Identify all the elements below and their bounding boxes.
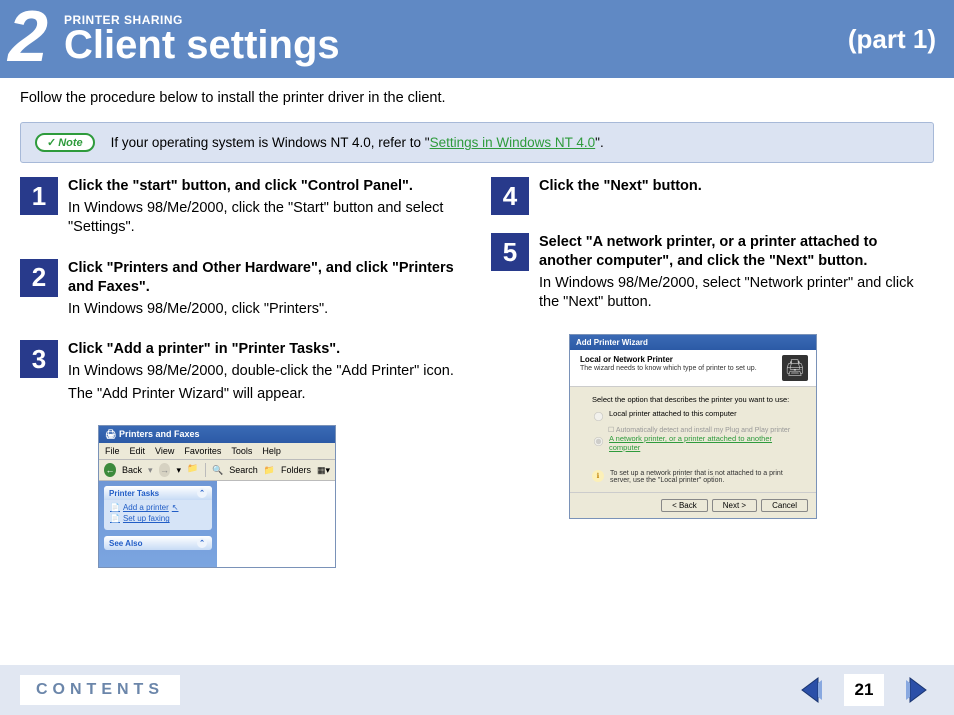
- forward-icon: →: [159, 463, 171, 477]
- screenshot-printers-faxes: Printers and Faxes FileEditViewFavorites…: [98, 425, 336, 568]
- cursor-icon: ↖: [172, 503, 179, 512]
- views-icon: ▦▾: [317, 465, 330, 476]
- step-desc: In Windows 98/Me/2000, double-click the …: [68, 362, 463, 382]
- step-number: 5: [491, 233, 529, 271]
- toolbar: ← Back ▾ → ▾ 📁 🔍Search 📁Folders ▦▾: [99, 460, 335, 481]
- option-local: Local printer attached to this computer: [592, 409, 802, 423]
- next-button: Next >: [712, 499, 757, 512]
- step-5: 5 Select "A network printer, or a printe…: [491, 233, 934, 316]
- step-number: 1: [20, 177, 58, 215]
- search-icon: 🔍: [212, 465, 223, 476]
- page-header: 2 PRINTER SHARING Client settings (part …: [0, 0, 954, 78]
- intro-text: Follow the procedure below to install th…: [0, 78, 954, 116]
- part-label: (part 1): [848, 24, 936, 55]
- step-desc: In Windows 98/Me/2000, click "Printers".: [68, 300, 463, 320]
- step-title: Click the "Next" button.: [539, 177, 934, 196]
- step-number: 4: [491, 177, 529, 215]
- step-4: 4 Click the "Next" button.: [491, 177, 934, 215]
- back-icon: ←: [104, 463, 116, 477]
- step-3: 3 Click "Add a printer" in "Printer Task…: [20, 340, 463, 407]
- option-network: A network printer, or a printer attached…: [592, 434, 802, 452]
- page-number: 21: [844, 674, 884, 706]
- window-title: Add Printer Wizard: [570, 335, 816, 350]
- left-column: 1 Click the "start" button, and click "C…: [20, 177, 463, 568]
- step-title: Click "Printers and Other Hardware", and…: [68, 259, 463, 297]
- step-title: Click the "start" button, and click "Con…: [68, 177, 463, 196]
- page-title: Client settings: [64, 25, 848, 65]
- screenshot-add-printer-wizard: Add Printer Wizard Local or Network Prin…: [569, 334, 817, 519]
- note-link[interactable]: Settings in Windows NT 4.0: [430, 135, 596, 150]
- note-text: If your operating system is Windows NT 4…: [111, 135, 604, 150]
- step-desc: In Windows 98/Me/2000, select "Network p…: [539, 274, 934, 313]
- note-callout: Note If your operating system is Windows…: [20, 122, 934, 163]
- printer-tasks-header: Printer Tasks: [104, 486, 212, 500]
- wizard-heading: Local or Network Printer: [580, 355, 757, 364]
- add-printer-link: Add a printer↖: [110, 503, 206, 512]
- see-also-header: See Also: [104, 536, 212, 550]
- contents-button[interactable]: CONTENTS: [20, 675, 180, 705]
- window-title: Printers and Faxes: [99, 426, 335, 443]
- radio-local: [594, 412, 603, 421]
- note-badge: Note: [35, 133, 95, 152]
- next-page-button[interactable]: [900, 673, 934, 707]
- step-desc: The "Add Printer Wizard" will appear.: [68, 385, 463, 405]
- radio-network: [594, 437, 603, 446]
- option-local-sub: ☐ Automatically detect and install my Pl…: [608, 426, 802, 434]
- printer-icon: [782, 355, 808, 381]
- right-column: 4 Click the "Next" button. 5 Select "A n…: [491, 177, 934, 568]
- wizard-info: To set up a network printer that is not …: [592, 470, 802, 484]
- chapter-number: 2: [8, 1, 48, 73]
- wizard-subheading: The wizard needs to know which type of p…: [580, 365, 757, 372]
- step-title: Click "Add a printer" in "Printer Tasks"…: [68, 340, 463, 359]
- folders-icon: 📁: [264, 465, 275, 476]
- menu-bar: FileEditViewFavoritesToolsHelp: [99, 443, 335, 460]
- up-icon: 📁: [187, 463, 199, 477]
- step-title: Select "A network printer, or a printer …: [539, 233, 934, 271]
- cancel-button: Cancel: [761, 499, 808, 512]
- step-number: 2: [20, 259, 58, 297]
- step-1: 1 Click the "start" button, and click "C…: [20, 177, 463, 241]
- step-2: 2 Click "Printers and Other Hardware", a…: [20, 259, 463, 322]
- prev-page-button[interactable]: [794, 673, 828, 707]
- setup-faxing-link: Set up faxing: [110, 514, 206, 523]
- step-number: 3: [20, 340, 58, 378]
- step-desc: In Windows 98/Me/2000, click the "Start"…: [68, 199, 463, 238]
- back-button: < Back: [661, 499, 708, 512]
- page-footer: CONTENTS 21: [0, 665, 954, 715]
- wizard-lead: Select the option that describes the pri…: [592, 395, 802, 404]
